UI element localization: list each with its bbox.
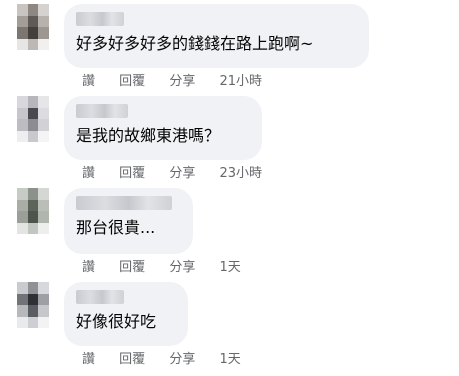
comment-item: 好多好多好多的錢錢在路上跑啊~ 讚 回覆 分享 21小時 [0,4,459,92]
comment-item: 好像很好吃 讚 回覆 分享 1天 [0,282,459,370]
comment-timestamp[interactable]: 1天 [219,352,240,368]
avatar[interactable] [17,96,49,142]
comment-actions: 讚 回覆 分享 23小時 [82,166,262,182]
reply-button[interactable]: 回覆 [119,352,145,368]
share-button[interactable]: 分享 [169,260,195,276]
share-button[interactable]: 分享 [169,352,195,368]
commenter-name-blurred[interactable] [76,104,128,118]
avatar[interactable] [17,282,49,328]
reply-button[interactable]: 回覆 [119,74,145,90]
like-button[interactable]: 讚 [82,166,95,182]
commenter-name-blurred[interactable] [76,196,172,210]
comment-item: 是我的故鄉東港嗎？ 讚 回覆 分享 23小時 [0,96,459,184]
comment-bubble: 那台很貴... [64,188,193,254]
comment-actions: 讚 回覆 分享 1天 [82,260,241,276]
comment-timestamp[interactable]: 23小時 [219,166,262,182]
comment-timestamp[interactable]: 21小時 [219,74,262,90]
avatar[interactable] [17,188,49,234]
avatar[interactable] [17,4,49,50]
like-button[interactable]: 讚 [82,260,95,276]
comment-timestamp[interactable]: 1天 [219,260,240,276]
comment-actions: 讚 回覆 分享 1天 [82,352,241,368]
reply-button[interactable]: 回覆 [119,260,145,276]
comment-text: 是我的故鄉東港嗎？ [76,126,221,145]
comment-text: 那台很貴... [76,218,156,237]
like-button[interactable]: 讚 [82,352,95,368]
comment-bubble: 好像很好吃 [64,282,188,346]
comment-text: 好多好多好多的錢錢在路上跑啊~ [76,34,314,53]
comment-bubble: 好多好多好多的錢錢在路上跑啊~ [64,4,369,68]
commenter-name-blurred[interactable] [76,290,124,304]
comment-item: 那台很貴... 讚 回覆 分享 1天 [0,188,459,276]
comment-text: 好像很好吃 [76,312,157,331]
share-button[interactable]: 分享 [169,166,195,182]
share-button[interactable]: 分享 [169,74,195,90]
reply-button[interactable]: 回覆 [119,166,145,182]
like-button[interactable]: 讚 [82,74,95,90]
comment-actions: 讚 回覆 分享 21小時 [82,74,262,90]
comment-bubble: 是我的故鄉東港嗎？ [64,96,262,160]
commenter-name-blurred[interactable] [76,12,124,26]
